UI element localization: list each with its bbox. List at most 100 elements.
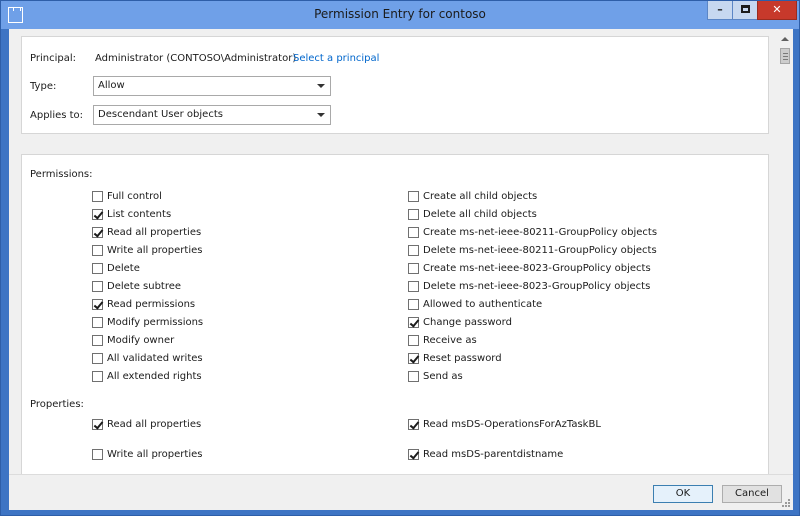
checkbox-unchecked[interactable] — [92, 334, 103, 346]
checkbox-unchecked[interactable] — [92, 280, 103, 292]
checkbox-label[interactable]: Delete ms-net-ieee-8023-GroupPolicy obje… — [423, 281, 650, 292]
checkbox-row[interactable]: Delete — [92, 261, 140, 275]
checkbox-row[interactable]: Create ms-net-ieee-8023-GroupPolicy obje… — [408, 261, 651, 275]
checkbox-row[interactable]: Reset password — [408, 351, 502, 365]
close-button[interactable]: ✕ — [757, 1, 797, 20]
checkbox-label[interactable]: Create ms-net-ieee-8023-GroupPolicy obje… — [423, 263, 651, 274]
checkbox-label[interactable]: Create all child objects — [423, 191, 537, 202]
checkbox-row[interactable]: Write all properties — [92, 243, 202, 257]
checkbox-label[interactable]: Reset password — [423, 353, 502, 364]
checkbox-unchecked[interactable] — [92, 352, 103, 364]
checkbox-row[interactable]: Allowed to authenticate — [408, 297, 542, 311]
checkbox-unchecked[interactable] — [92, 244, 103, 256]
checkbox-row[interactable]: All validated writes — [92, 351, 203, 365]
checkbox-row[interactable]: Read all properties — [92, 225, 201, 239]
checkbox-label[interactable]: Read msDS-parentdistname — [423, 449, 563, 460]
checkbox-unchecked[interactable] — [408, 262, 419, 274]
checkbox-checked[interactable] — [92, 298, 103, 310]
checkbox-checked[interactable] — [92, 226, 103, 238]
checkbox-checked[interactable] — [408, 352, 419, 364]
checkbox-row[interactable]: Send as — [408, 369, 463, 383]
checkbox-unchecked[interactable] — [408, 190, 419, 202]
type-select[interactable]: Allow — [93, 76, 331, 96]
title-bar[interactable]: Permission Entry for contoso – ✕ — [1, 1, 799, 29]
principal-value: Administrator (CONTOSO\Administrator) — [95, 53, 297, 64]
applies-to-select-value: Descendant User objects — [98, 109, 223, 120]
checkbox-unchecked[interactable] — [92, 262, 103, 274]
checkbox-label[interactable]: Receive as — [423, 335, 477, 346]
checkbox-label[interactable]: Write all properties — [107, 449, 202, 460]
checkbox-label[interactable]: Read all properties — [107, 419, 201, 430]
checkbox-row[interactable]: Delete subtree — [92, 279, 181, 293]
checkbox-row[interactable]: Write all properties — [92, 447, 202, 461]
checkbox-unchecked[interactable] — [408, 298, 419, 310]
checkbox-label[interactable]: All extended rights — [107, 371, 202, 382]
checkbox-checked[interactable] — [92, 208, 103, 220]
checkbox-row[interactable]: All extended rights — [92, 369, 202, 383]
checkbox-row[interactable]: Modify owner — [92, 333, 174, 347]
checkbox-row[interactable]: Delete ms-net-ieee-8023-GroupPolicy obje… — [408, 279, 650, 293]
checkbox-label[interactable]: Read permissions — [107, 299, 195, 310]
checkbox-label[interactable]: Modify owner — [107, 335, 174, 346]
checkbox-label[interactable]: Write all properties — [107, 245, 202, 256]
resize-grip-icon[interactable] — [781, 498, 791, 508]
checkbox-unchecked[interactable] — [92, 190, 103, 202]
checkbox-label[interactable]: Delete — [107, 263, 140, 274]
checkbox-unchecked[interactable] — [408, 280, 419, 292]
checkbox-row[interactable]: List contents — [92, 207, 171, 221]
checkbox-row[interactable]: Read msDS-OperationsForAzTaskBL — [408, 417, 601, 431]
checkbox-row[interactable]: Create all child objects — [408, 189, 537, 203]
applies-to-select[interactable]: Descendant User objects — [93, 105, 331, 125]
checkbox-label[interactable]: Delete ms-net-ieee-80211-GroupPolicy obj… — [423, 245, 657, 256]
checkbox-label[interactable]: Create ms-net-ieee-80211-GroupPolicy obj… — [423, 227, 657, 238]
vertical-scrollbar[interactable] — [777, 29, 793, 474]
checkbox-row[interactable]: Delete ms-net-ieee-80211-GroupPolicy obj… — [408, 243, 657, 257]
minimize-button[interactable]: – — [707, 1, 733, 20]
checkbox-unchecked[interactable] — [92, 316, 103, 328]
checkbox-label[interactable]: Delete subtree — [107, 281, 181, 292]
checkbox-unchecked[interactable] — [408, 370, 419, 382]
permissions-panel: Permissions: Full control List contents Re… — [21, 154, 769, 474]
checkbox-label[interactable]: List contents — [107, 209, 171, 220]
checkbox-checked[interactable] — [408, 418, 419, 430]
checkbox-unchecked[interactable] — [408, 208, 419, 220]
scroll-thumb[interactable] — [780, 48, 790, 64]
ok-button[interactable]: OK — [653, 485, 713, 503]
checkbox-checked[interactable] — [408, 316, 419, 328]
checkbox-unchecked[interactable] — [92, 448, 103, 460]
select-principal-link[interactable]: Select a principal — [293, 53, 379, 64]
checkbox-row[interactable]: Read permissions — [92, 297, 195, 311]
checkbox-unchecked[interactable] — [408, 244, 419, 256]
checkbox-row[interactable]: Change password — [408, 315, 512, 329]
checkbox-label[interactable]: Change password — [423, 317, 512, 328]
checkbox-label[interactable]: Send as — [423, 371, 463, 382]
cancel-button[interactable]: Cancel — [722, 485, 782, 503]
checkbox-label[interactable]: Allowed to authenticate — [423, 299, 542, 310]
checkbox-unchecked[interactable] — [92, 370, 103, 382]
checkbox-label[interactable]: All validated writes — [107, 353, 203, 364]
checkbox-label[interactable]: Delete all child objects — [423, 209, 537, 220]
checkbox-row[interactable]: Read msDS-parentdistname — [408, 447, 563, 461]
checkbox-label[interactable]: Full control — [107, 191, 162, 202]
thumb-grip-line — [783, 56, 788, 57]
checkbox-label[interactable]: Read all properties — [107, 227, 201, 238]
applies-to-label: Applies to: — [30, 110, 84, 121]
maximize-button[interactable] — [732, 1, 758, 20]
type-label: Type: — [30, 81, 57, 92]
checkbox-label[interactable]: Modify permissions — [107, 317, 203, 328]
checkbox-label[interactable]: Read msDS-OperationsForAzTaskBL — [423, 419, 601, 430]
checkbox-row[interactable]: Modify permissions — [92, 315, 203, 329]
arrow-up-icon[interactable] — [781, 37, 789, 41]
checkbox-checked[interactable] — [408, 448, 419, 460]
checkbox-row[interactable]: Receive as — [408, 333, 477, 347]
permission-entry-window: Permission Entry for contoso – ✕ Princip… — [0, 0, 800, 516]
checkbox-checked[interactable] — [92, 418, 103, 430]
checkbox-unchecked[interactable] — [408, 334, 419, 346]
type-select-value: Allow — [98, 80, 125, 91]
checkbox-row[interactable]: Read all properties — [92, 417, 201, 431]
close-icon: ✕ — [772, 3, 782, 16]
checkbox-unchecked[interactable] — [408, 226, 419, 238]
checkbox-row[interactable]: Delete all child objects — [408, 207, 537, 221]
checkbox-row[interactable]: Create ms-net-ieee-80211-GroupPolicy obj… — [408, 225, 657, 239]
checkbox-row[interactable]: Full control — [92, 189, 162, 203]
